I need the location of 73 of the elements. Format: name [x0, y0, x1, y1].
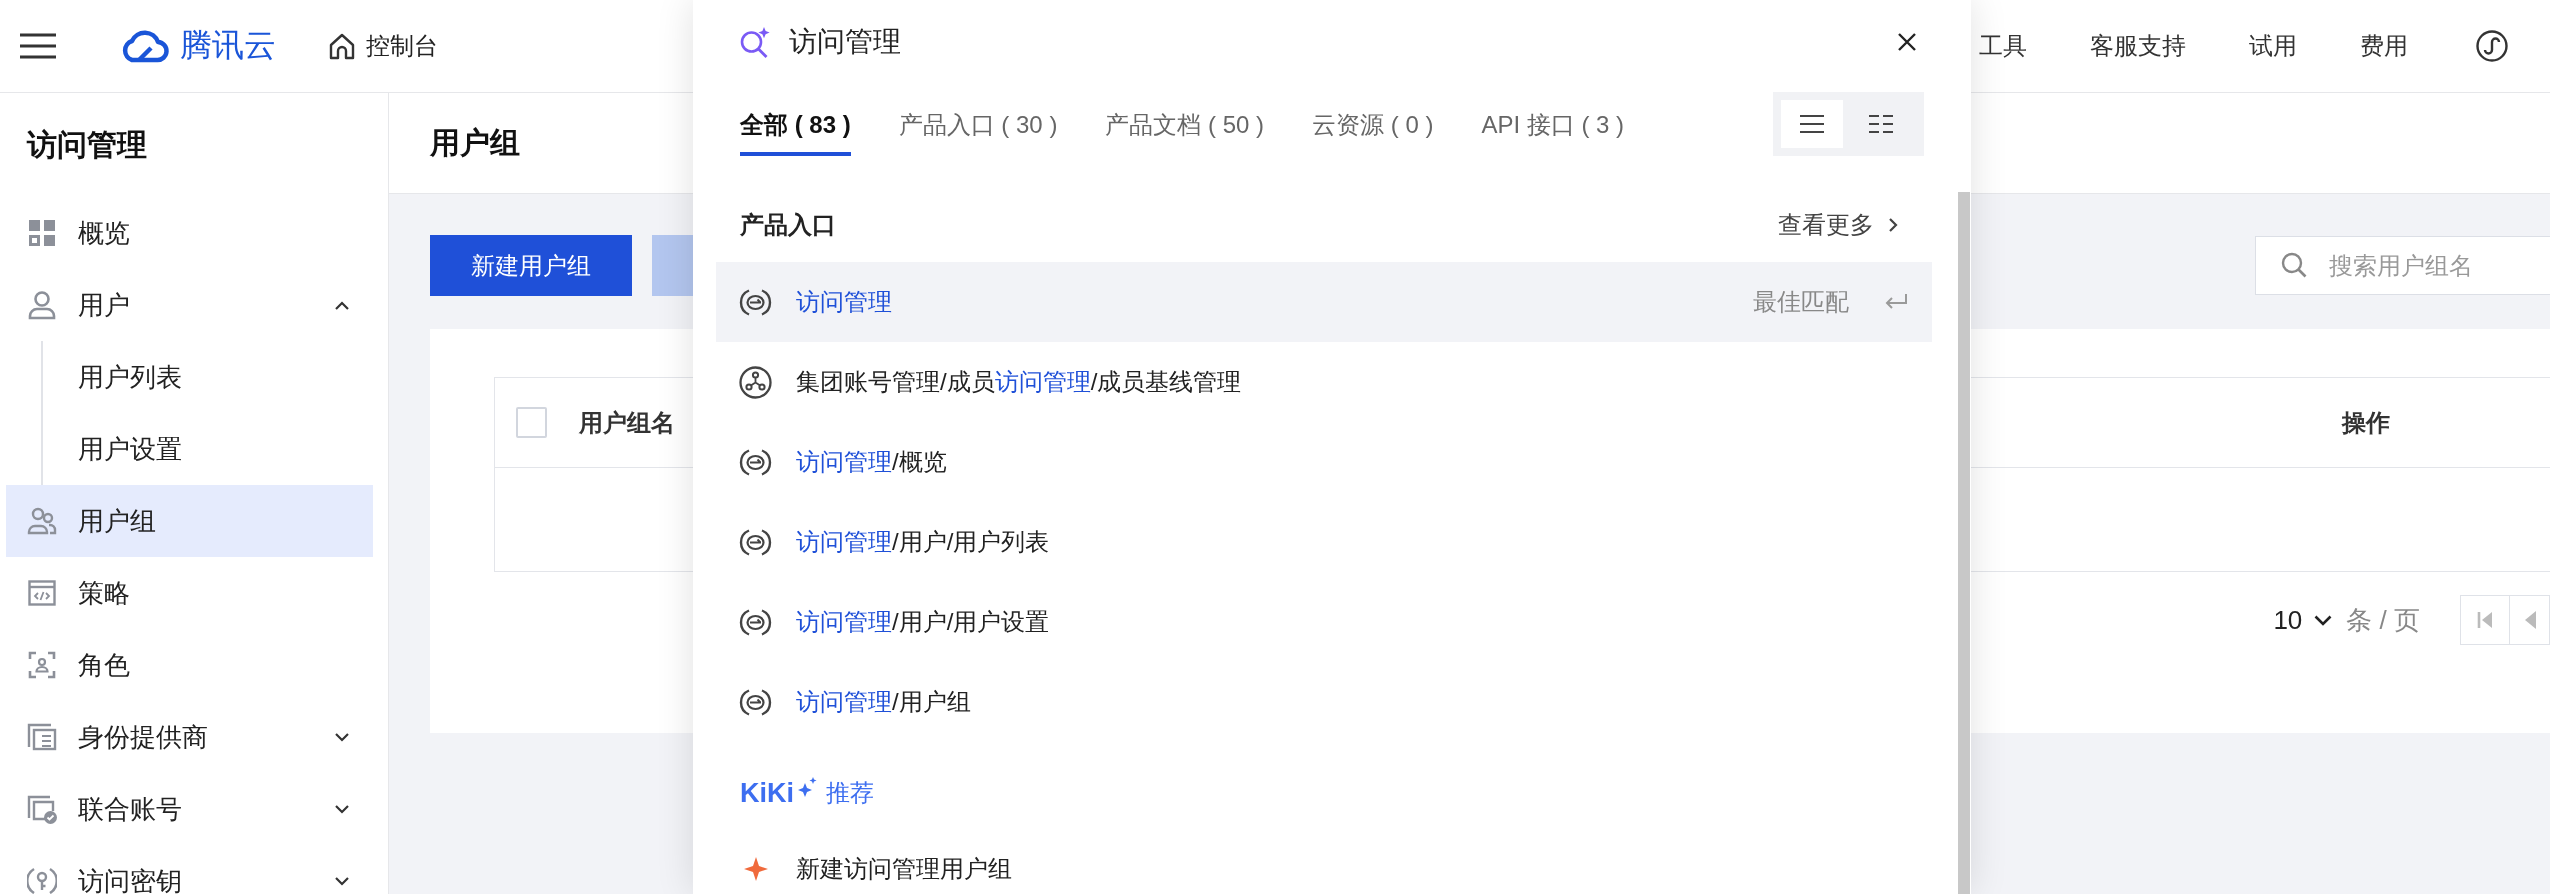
hub-circle-icon [739, 365, 772, 399]
sidebar-item[interactable]: 策略 [6, 557, 373, 629]
sidebar-title: 访问管理 [25, 126, 148, 163]
column-header: 用户组名 [579, 408, 675, 436]
user-icon [27, 290, 57, 320]
nav-link[interactable]: 试用 [2249, 31, 2297, 61]
close-icon[interactable] [1897, 32, 1917, 52]
search-result-item[interactable]: 访问管理/用户组 [716, 662, 1932, 742]
curl-circle-icon[interactable] [2476, 30, 2508, 62]
code-window-icon [27, 578, 57, 608]
list-icon [1799, 114, 1825, 134]
view-more-link[interactable]: 查看更多 [1778, 209, 1898, 241]
chevron-down-icon[interactable] [335, 876, 349, 886]
select-all-checkbox[interactable] [516, 407, 547, 438]
search-result-item[interactable]: 访问管理/用户/用户设置 [716, 582, 1932, 662]
scrollbar[interactable] [1958, 192, 1970, 894]
suggestion-item[interactable]: 新建访问管理用户组 [693, 844, 1971, 894]
page-size-select[interactable]: 10 [2273, 604, 2333, 636]
column-header: 操作 [2342, 408, 2390, 436]
search-result-item[interactable]: 访问管理/概览 [716, 422, 1932, 502]
page-size-unit: 条 / 页 [2346, 603, 2420, 637]
sparkle-icon [744, 857, 768, 881]
page-title: 用户组 [430, 124, 520, 161]
enter-key-icon [1884, 293, 1908, 311]
card-check-icon [27, 794, 57, 824]
users-icon [27, 506, 57, 536]
nav-link[interactable]: 客服支持 [2090, 31, 2186, 61]
filter-tab[interactable]: API 接口 ( 3 ) [1481, 110, 1625, 156]
sidebar-item[interactable]: 概览 [6, 197, 373, 269]
filter-tab[interactable]: 产品入口 ( 30 ) [898, 110, 1058, 156]
logo-link[interactable]: 腾讯云 [118, 24, 276, 68]
list-view-button[interactable] [1781, 100, 1843, 148]
filter-tab[interactable]: 云资源 ( 0 ) [1312, 110, 1434, 156]
chevron-right-icon [1888, 217, 1898, 233]
sidebar-item[interactable]: 联合账号 [6, 773, 373, 845]
sidebar-subitem[interactable]: 用户设置 [43, 413, 373, 485]
menu-icon[interactable] [20, 33, 56, 59]
filter-tab[interactable]: 产品文档 ( 50 ) [1105, 110, 1265, 156]
sidebar-subitem[interactable]: 用户列表 [43, 341, 373, 413]
create-group-button[interactable]: 新建用户组 [430, 235, 632, 296]
triangle-left-icon [2523, 611, 2536, 629]
kiki-brand: KiKi [740, 777, 794, 809]
sidebar-item[interactable]: 用户 [6, 269, 373, 341]
first-page-icon [2477, 611, 2493, 629]
search-result-item[interactable]: 访问管理/用户/用户列表 [716, 502, 1932, 582]
sparkle-search-icon [739, 26, 770, 58]
chevron-up-icon[interactable] [335, 300, 349, 310]
search-result-item[interactable]: 访问管理 最佳匹配 [716, 262, 1932, 342]
search-field[interactable]: 搜索用户组名 [2255, 236, 2550, 295]
best-match-label: 最佳匹配 [1753, 287, 1849, 317]
person-frame-icon [27, 650, 57, 680]
nav-link[interactable]: 费用 [2360, 31, 2408, 61]
console-link[interactable]: 控制台 [328, 30, 438, 62]
sidebar-item[interactable]: 访问密钥 [6, 845, 373, 894]
section-title: 产品入口 [740, 210, 836, 240]
search-result-item[interactable]: 集团账号管理/成员访问管理/成员基线管理 [716, 342, 1932, 422]
chevron-down-icon[interactable] [335, 732, 349, 742]
grid-icon [27, 218, 57, 248]
nav-link[interactable]: 工具 [1979, 31, 2027, 61]
columns-list-icon [1867, 114, 1894, 134]
search-query[interactable]: 访问管理 [789, 23, 1897, 61]
search-icon [2281, 252, 2307, 278]
recommend-label: 推荐 [826, 778, 874, 808]
home-icon [328, 32, 356, 60]
filter-tab[interactable]: 全部 ( 83 ) [740, 110, 851, 156]
stacked-cards-icon [27, 722, 57, 752]
sidebar-item[interactable]: 用户组 [6, 485, 373, 557]
key-icon [27, 866, 57, 894]
sidebar-item[interactable]: 角色 [6, 629, 373, 701]
chevron-down-icon[interactable] [335, 804, 349, 814]
sparkle-icon [797, 776, 817, 798]
sidebar-item[interactable]: 身份提供商 [6, 701, 373, 773]
chevron-down-icon [2314, 614, 2333, 626]
